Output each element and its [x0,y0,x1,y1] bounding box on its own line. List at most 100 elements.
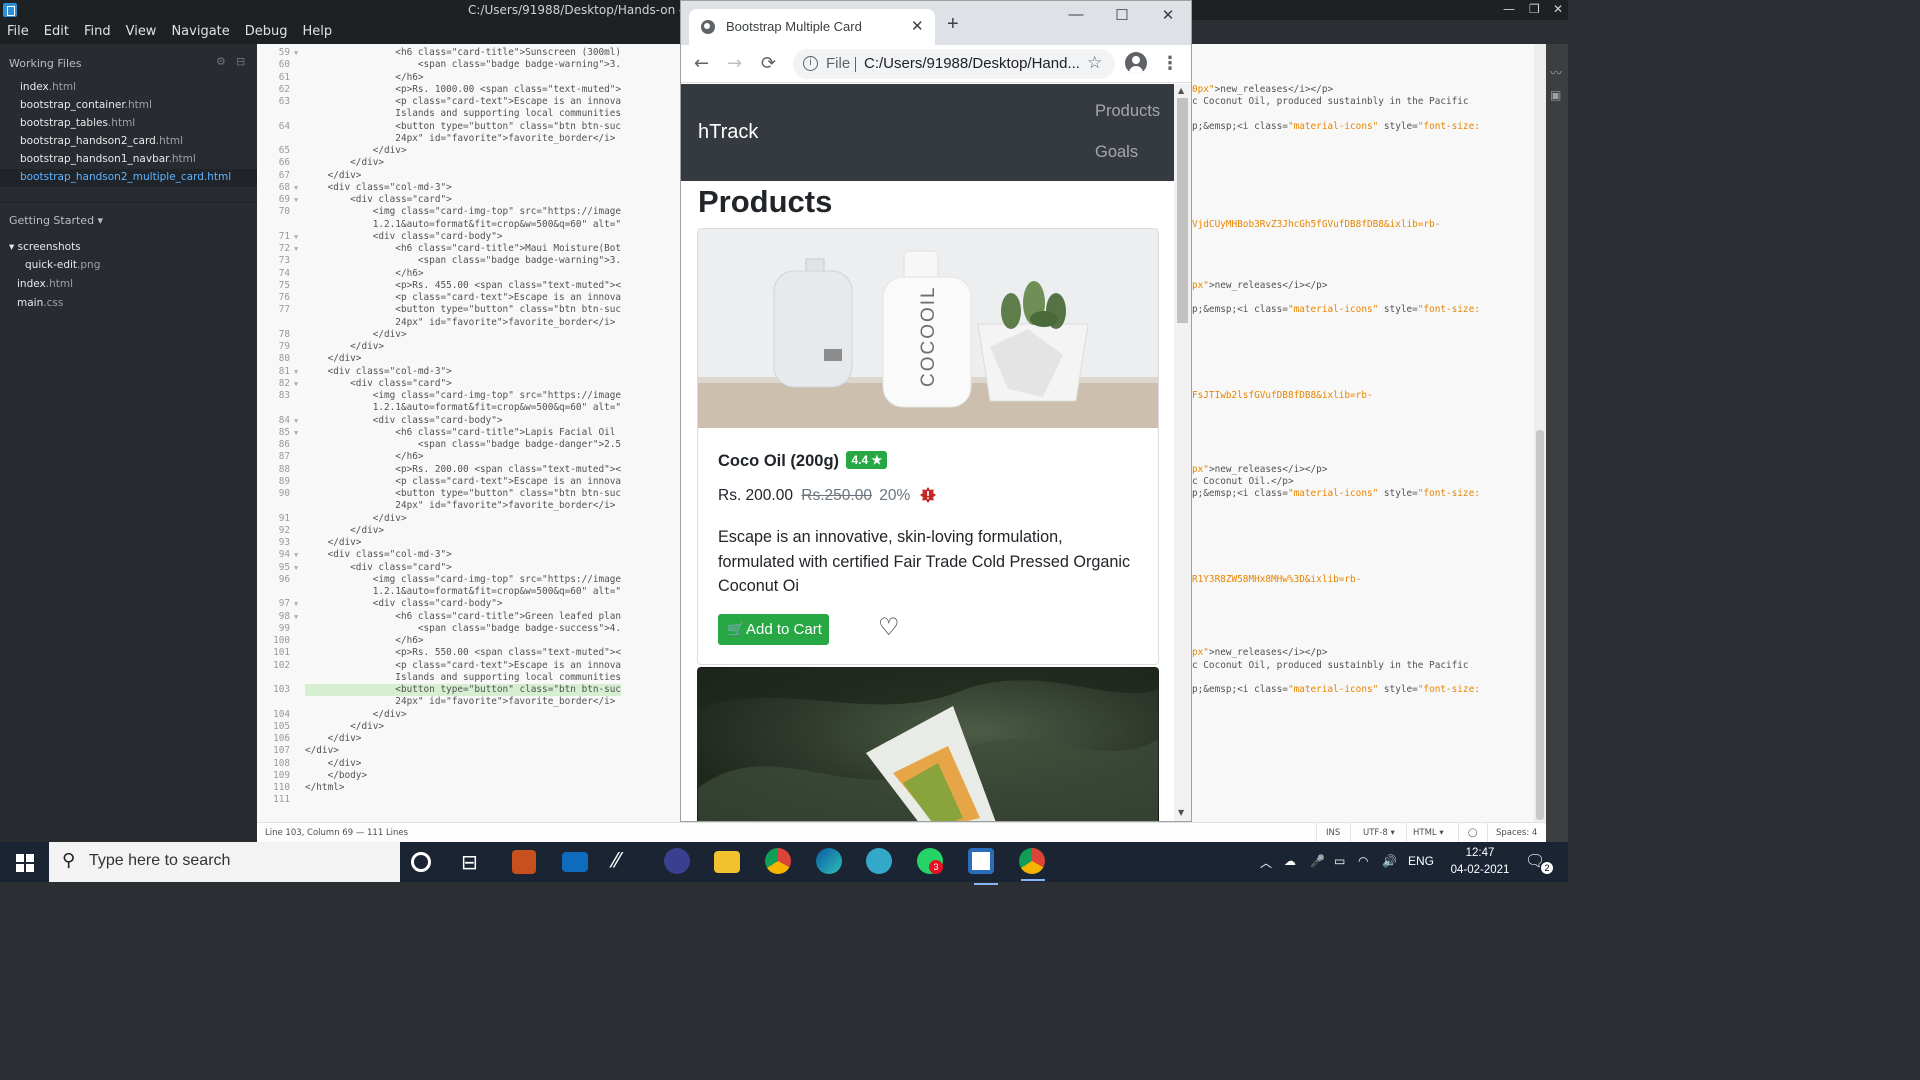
menu-help[interactable]: Help [303,20,333,44]
favorite-heart-icon[interactable]: ♡ [878,616,900,640]
sketch-app-icon[interactable]: ⁄⁄ [613,848,641,876]
office-app-icon[interactable] [512,850,536,874]
show-hidden-icons[interactable]: ︿ [1260,854,1272,871]
whatsapp-icon[interactable]: 3 [917,848,943,874]
code-line[interactable]: 95 ▼ <div class="card"> [257,562,680,574]
fold-arrow-icon[interactable]: ▼ [294,598,298,610]
code-line[interactable]: 62 <p>Rs. 1000.00 <span class="text-mute… [257,84,680,96]
project-title[interactable]: Getting Started ▾ [9,214,103,227]
code-line[interactable]: 72 ▼ <h6 class="card-title">Maui Moisture… [257,243,680,255]
battery-icon[interactable]: ▭ [1334,854,1345,868]
code-line[interactable]: 104 </div> [257,709,680,721]
code-line[interactable]: 1.2.1&auto=format&fit=crop&w=500&q=60" a… [257,586,680,598]
code-line[interactable]: 63 <p class="card-text">Escape is an inn… [257,96,680,108]
insert-mode[interactable]: INS [1326,828,1340,838]
code-line[interactable]: 93 </div> [257,537,680,549]
menu-navigate[interactable]: Navigate [171,20,229,44]
code-line[interactable]: 99 <span class="badge badge-success">4. [257,623,680,635]
code-line[interactable]: 61 </h6> [257,72,680,84]
editor-close-button[interactable]: ✕ [1553,2,1563,16]
project-file-item[interactable]: index.html [17,278,73,290]
browser-minimize-button[interactable]: — [1061,6,1091,23]
reload-button[interactable]: ⟳ [761,53,776,74]
code-line[interactable]: 1.2.1&auto=format&fit=crop&w=500&q=60" a… [257,219,680,231]
code-line[interactable]: 106 </div> [257,733,680,745]
browser-maximize-button[interactable]: ☐ [1107,6,1137,24]
add-to-cart-button[interactable]: 🛒 Add to Cart [718,614,829,645]
code-line[interactable]: 71 ▼ <div class="card-body"> [257,231,680,243]
code-line[interactable]: 111 [257,794,680,806]
working-file-item[interactable]: bootstrap_handson1_navbar.html [20,153,196,165]
code-line-overflow[interactable]: FsJTIwb2lsfGVufDB8fDB8&ixlib=rb- [1192,390,1373,402]
code-line[interactable]: Islands and supporting local communities [257,108,680,120]
code-line[interactable]: 102 <p class="card-text">Escape is an in… [257,660,680,672]
forward-button[interactable]: → [727,53,742,74]
cortana-icon[interactable] [411,852,431,872]
fold-arrow-icon[interactable]: ▼ [294,194,298,206]
fold-arrow-icon[interactable]: ▼ [294,562,298,574]
code-line[interactable]: 88 <p>Rs. 200.00 <span class="text-muted… [257,464,680,476]
volume-icon[interactable]: 🔊 [1382,854,1397,868]
code-line[interactable]: 76 <p class="card-text">Escape is an inn… [257,292,680,304]
code-line-overflow[interactable]: px">new_releases</i></p> [1192,280,1327,292]
search-app-icon[interactable] [866,848,892,874]
code-line[interactable]: 1.2.1&auto=format&fit=crop&w=500&q=60" a… [257,402,680,414]
project-folder-screenshots[interactable]: ▾ screenshots [9,241,81,253]
browser-close-button[interactable]: ✕ [1153,6,1183,24]
fold-arrow-icon[interactable]: ▼ [294,378,298,390]
code-line[interactable]: 66 </div> [257,157,680,169]
code-editor-overflow[interactable]: 0px">new_releases</i></p> c Coconut Oil, … [1192,44,1534,822]
menu-edit[interactable]: Edit [44,20,69,44]
code-line[interactable]: 60 <span class="badge badge-warning">3. [257,59,680,71]
media-app-icon[interactable] [664,848,690,874]
code-line[interactable]: 107 </div> [257,745,680,757]
working-file-item[interactable]: bootstrap_handson2_card.html [20,135,183,147]
code-line-overflow[interactable]: p;&emsp;<i class="material-icons" style=… [1192,488,1480,500]
menu-file[interactable]: File [7,20,29,44]
fold-arrow-icon[interactable]: ▼ [294,415,298,427]
code-line-overflow[interactable]: p;&emsp;<i class="material-icons" style=… [1192,121,1480,133]
extension-manager-icon[interactable]: ▣ [1550,88,1561,102]
navbar-brand[interactable]: hTrack [698,121,758,144]
chrome-icon[interactable] [765,848,791,874]
project-file-item[interactable]: quick-edit.png [25,259,100,271]
code-editor[interactable]: 59 ▼ <h6 class="card-title">Sunscreen (30… [257,44,680,822]
nav-link-products[interactable]: Products [1095,102,1160,121]
menu-find[interactable]: Find [84,20,111,44]
code-line[interactable]: 24px" id="favorite">favorite_border</i> [257,696,680,708]
code-line[interactable]: 65 </div> [257,145,680,157]
chrome-active-icon[interactable] [1019,848,1045,881]
code-line[interactable]: Islands and supporting local communities [257,672,680,684]
fold-arrow-icon[interactable]: ▼ [294,182,298,194]
code-line-overflow[interactable]: c Coconut Oil, produced sustainbly in th… [1192,660,1469,672]
browser-tab[interactable]: Bootstrap Multiple Card ✕ [689,9,935,45]
bookmark-star-icon[interactable]: ☆ [1087,53,1102,73]
code-line[interactable]: 98 ▼ <h6 class="card-title">Green leafed … [257,611,680,623]
fold-arrow-icon[interactable]: ▼ [294,366,298,378]
code-line[interactable]: 89 <p class="card-text">Escape is an inn… [257,476,680,488]
scroll-down-arrow-icon[interactable]: ▼ [1178,808,1184,817]
code-line[interactable]: 73 <span class="badge badge-warning">3. [257,255,680,267]
mail-icon[interactable] [562,852,588,872]
fold-arrow-icon[interactable]: ▼ [294,231,298,243]
menu-view[interactable]: View [126,20,157,44]
code-line[interactable]: 105 </div> [257,721,680,733]
back-button[interactable]: ← [694,53,709,74]
new-tab-button[interactable]: + [947,14,959,34]
code-line[interactable]: 91 </div> [257,513,680,525]
indent-setting[interactable]: Spaces: 4 [1496,828,1537,838]
code-line[interactable]: 100 </h6> [257,635,680,647]
code-line[interactable]: 68 ▼ <div class="col-md-3"> [257,182,680,194]
editor-minimize-button[interactable]: — [1503,2,1515,16]
page-scrollbar[interactable]: ▲ ▼ [1174,84,1191,821]
code-line[interactable]: 77 <button type="button" class="btn btn-… [257,304,680,316]
code-line[interactable]: 82 ▼ <div class="card"> [257,378,680,390]
task-view-icon[interactable]: ⊟ [461,850,489,878]
code-line[interactable]: 64 <button type="button" class="btn btn-… [257,121,680,133]
fold-arrow-icon[interactable]: ▼ [294,47,298,59]
taskbar-search-box[interactable]: ⚲ Type here to search [49,842,400,882]
fold-arrow-icon[interactable]: ▼ [294,243,298,255]
code-line[interactable]: 110 </html> [257,782,680,794]
code-line[interactable]: 67 </div> [257,170,680,182]
windows-start-icon[interactable] [16,854,34,872]
